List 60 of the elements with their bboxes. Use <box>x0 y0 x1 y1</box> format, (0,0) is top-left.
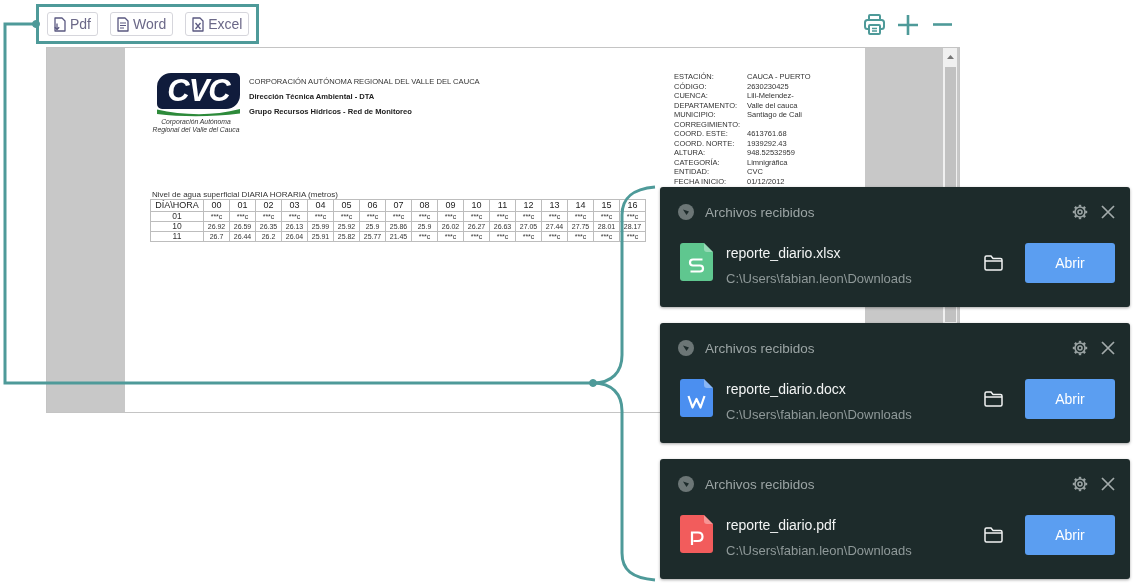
close-icon[interactable] <box>1101 205 1115 219</box>
close-icon[interactable] <box>1101 477 1115 491</box>
column-header: 14 <box>567 199 594 212</box>
column-header: 13 <box>541 199 568 212</box>
scroll-up-arrow-icon[interactable] <box>946 55 954 59</box>
file-path: C:\Users\fabian.leon\Downloads <box>726 542 912 560</box>
column-header: 11 <box>489 199 516 212</box>
column-header: 16 <box>619 199 646 212</box>
file-name: reporte_diario.docx <box>726 380 846 398</box>
notification-title: Archivos recibidos <box>705 476 815 492</box>
disc-icon <box>678 340 694 356</box>
file-path: C:\Users\fabian.leon\Downloads <box>726 270 912 288</box>
column-header: 03 <box>281 199 308 212</box>
file-icon <box>680 379 713 417</box>
open-button[interactable]: Abrir <box>1025 243 1115 283</box>
open-button[interactable]: Abrir <box>1025 379 1115 419</box>
settings-icon[interactable] <box>1072 476 1088 492</box>
plus-icon[interactable] <box>898 14 918 35</box>
excel-button[interactable]: Excel <box>185 12 250 36</box>
file-path: C:\Users\fabian.leon\Downloads <box>726 406 912 424</box>
settings-icon[interactable] <box>1072 340 1088 356</box>
column-header: 05 <box>333 199 360 212</box>
file-icon <box>680 243 713 281</box>
column-header: 10 <box>463 199 490 212</box>
column-header: 07 <box>385 199 412 212</box>
logo-wordmark: CVC <box>157 73 240 109</box>
folder-icon[interactable] <box>984 391 1003 407</box>
disc-icon <box>678 204 694 220</box>
notification-title: Archivos recibidos <box>705 340 815 356</box>
table-caption: Nivel de agua superficial DIARIA HORARIA (metros) <box>152 190 339 199</box>
file-name: reporte_diario.pdf <box>726 516 836 534</box>
swoosh-icon <box>157 109 240 117</box>
print-icon[interactable] <box>864 14 885 35</box>
row-header: 01 <box>150 211 204 222</box>
column-header: 15 <box>593 199 620 212</box>
settings-icon[interactable] <box>1072 204 1088 220</box>
folder-icon[interactable] <box>984 255 1003 271</box>
document-icon <box>117 16 129 32</box>
column-header: 04 <box>307 199 334 212</box>
pdf-button[interactable]: Pdf <box>47 12 98 36</box>
file-name: reporte_diario.xlsx <box>726 244 841 262</box>
row-header: 10 <box>150 221 204 232</box>
column-header: 06 <box>359 199 386 212</box>
column-header: DÍA\HORA <box>150 199 204 212</box>
row-header: 11 <box>150 231 204 242</box>
open-button[interactable]: Abrir <box>1025 515 1115 555</box>
document-icon <box>54 16 66 32</box>
column-header: 01 <box>229 199 256 212</box>
column-header: 02 <box>255 199 282 212</box>
close-icon[interactable] <box>1101 341 1115 355</box>
column-header: 08 <box>411 199 438 212</box>
column-header: 12 <box>515 199 542 212</box>
notification-title: Archivos recibidos <box>705 204 815 220</box>
column-header: 09 <box>437 199 464 212</box>
document-icon <box>192 16 205 32</box>
file-icon <box>680 515 713 553</box>
folder-icon[interactable] <box>984 527 1003 543</box>
disc-icon <box>678 476 694 492</box>
column-header: 00 <box>203 199 230 212</box>
word-button[interactable]: Word <box>110 12 174 36</box>
